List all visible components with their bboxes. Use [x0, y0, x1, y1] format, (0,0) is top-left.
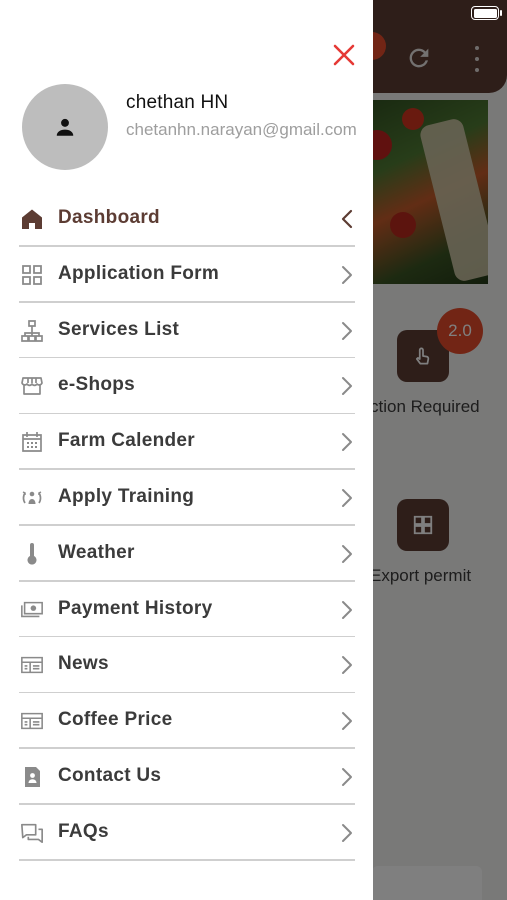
contact-icon	[20, 765, 44, 789]
close-x-icon	[333, 44, 355, 66]
divider	[19, 859, 355, 861]
drawer-menu: Dashboard Application Form Services List	[0, 191, 373, 861]
user-email: chetanhn.narayan@gmail.com	[126, 120, 357, 139]
menu-item-label: Application Form	[58, 262, 220, 284]
newspaper-icon	[20, 653, 44, 677]
menu-item-weather[interactable]: Weather	[0, 526, 373, 582]
home-icon	[20, 207, 44, 231]
chevron-right-icon	[342, 823, 352, 842]
chevron-right-icon	[342, 656, 352, 675]
menu-item-farm-calender[interactable]: Farm Calender	[0, 414, 373, 470]
menu-item-e-shops[interactable]: e-Shops	[0, 358, 373, 415]
menu-item-coffee-price[interactable]: Coffee Price	[0, 693, 373, 749]
chevron-right-icon	[342, 600, 352, 619]
chevron-right-icon	[342, 377, 352, 396]
battery-icon	[471, 6, 499, 20]
menu-item-label: Farm Calender	[58, 430, 195, 452]
menu-item-apply-training[interactable]: Apply Training	[0, 470, 373, 526]
forum-icon	[20, 821, 44, 845]
chevron-right-icon	[342, 433, 352, 452]
chevron-left-icon	[341, 209, 353, 229]
menu-item-label: Weather	[58, 541, 135, 563]
menu-item-label: FAQs	[58, 820, 109, 842]
menu-item-label: Apply Training	[58, 485, 195, 507]
avatar[interactable]	[22, 84, 108, 170]
menu-item-label: e-Shops	[58, 374, 136, 396]
menu-item-payment-history[interactable]: Payment History	[0, 582, 373, 638]
menu-item-label: Services List	[58, 318, 180, 340]
close-button[interactable]	[329, 40, 359, 70]
sitemap-icon	[20, 319, 44, 343]
menu-item-contact-us[interactable]: Contact Us	[0, 749, 373, 805]
thermometer-icon	[20, 542, 44, 566]
menu-item-faqs[interactable]: FAQs	[0, 805, 373, 861]
menu-item-label: Coffee Price	[58, 709, 173, 731]
chevron-right-icon	[342, 544, 352, 563]
menu-item-dashboard[interactable]: Dashboard	[0, 191, 373, 247]
menu-item-news[interactable]: News	[0, 637, 373, 694]
chevron-right-icon	[342, 488, 352, 507]
user-name: chethan HN	[126, 92, 229, 113]
store-icon	[20, 374, 44, 398]
training-icon	[20, 486, 44, 510]
chevron-right-icon	[342, 712, 352, 731]
menu-item-application-form[interactable]: Application Form	[0, 247, 373, 303]
person-icon	[56, 118, 74, 136]
menu-item-label: Contact Us	[58, 764, 162, 786]
navigation-drawer: chethan HN chetanhn.narayan@gmail.com Da…	[0, 0, 373, 900]
menu-item-services-list[interactable]: Services List	[0, 303, 373, 359]
menu-item-label: Payment History	[58, 597, 213, 619]
grid-icon	[20, 263, 44, 287]
newspaper-icon	[20, 709, 44, 733]
chevron-right-icon	[342, 321, 352, 340]
menu-item-label: Dashboard	[58, 207, 160, 228]
chevron-right-icon	[342, 767, 352, 786]
menu-item-label: News	[58, 653, 109, 675]
chevron-right-icon	[342, 265, 352, 284]
calendar-icon	[20, 430, 44, 454]
money-icon	[20, 598, 44, 622]
